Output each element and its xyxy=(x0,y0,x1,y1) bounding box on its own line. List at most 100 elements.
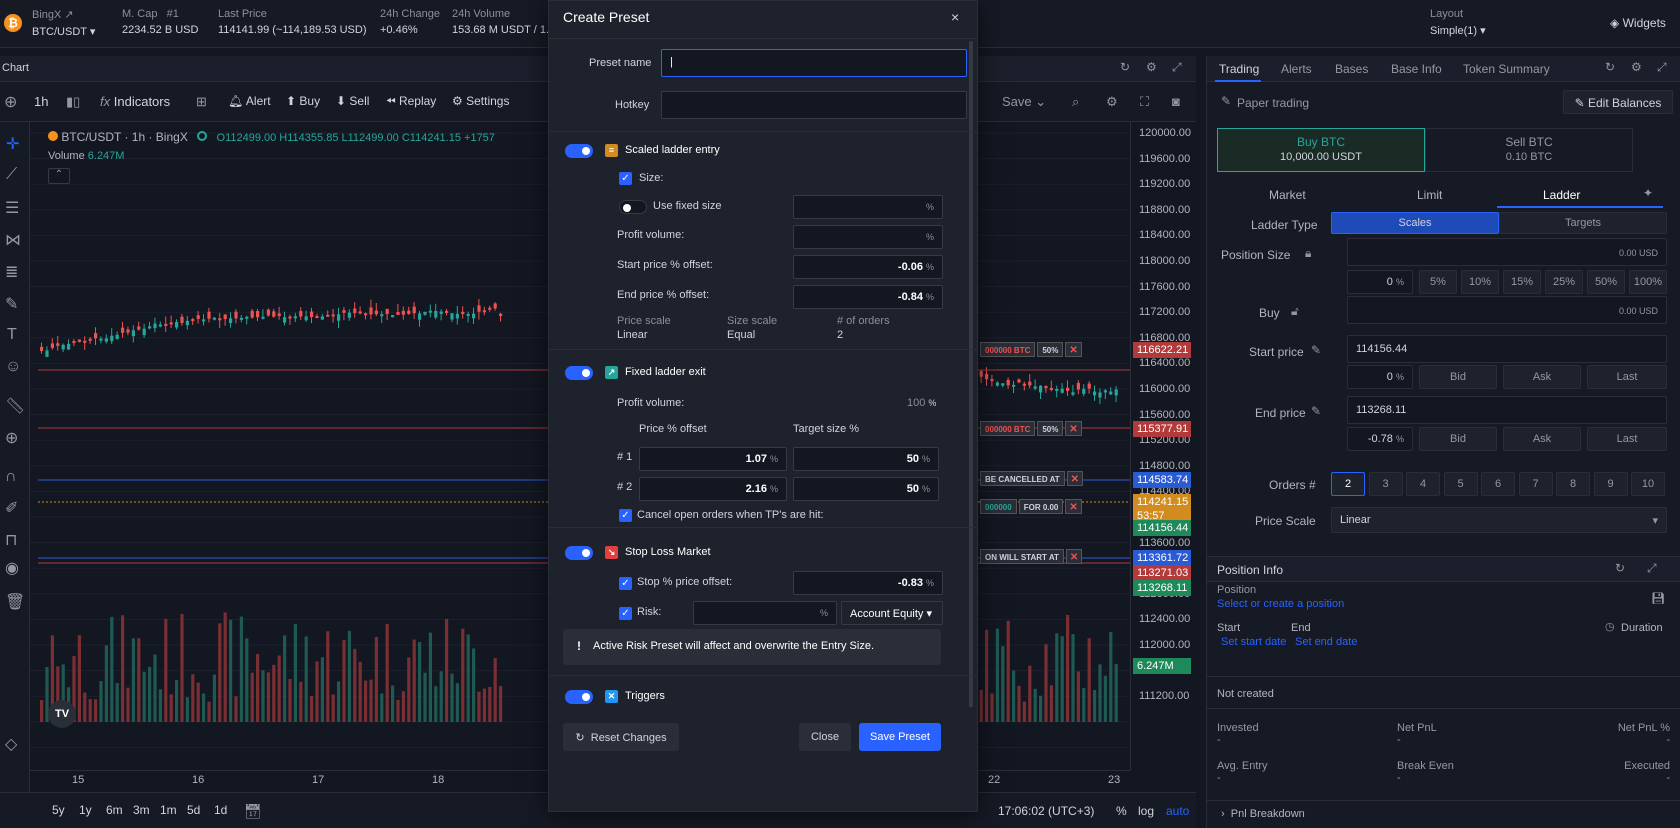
fib-icon[interactable]: ≣ xyxy=(5,262,18,282)
end-bid-button[interactable]: Bid xyxy=(1419,427,1497,451)
end-price-pct-input[interactable]: -0.78 % xyxy=(1347,427,1413,451)
reset-changes-button[interactable]: ↻ Reset Changes xyxy=(563,723,679,751)
close-icon[interactable]: ✕ xyxy=(1065,342,1082,357)
order-count-button[interactable]: 6 xyxy=(1481,472,1515,496)
expand-icon[interactable]: ⤢ xyxy=(1657,60,1667,75)
expand-icon[interactable]: ⤢ xyxy=(1172,60,1182,75)
order-count-button[interactable]: 7 xyxy=(1518,472,1553,496)
pct-button[interactable]: 25% xyxy=(1545,270,1583,294)
horizontal-lines-icon[interactable]: ☰ xyxy=(5,198,19,218)
buy-amount-input[interactable]: 0.00 USD xyxy=(1347,296,1667,324)
end-offset-input[interactable]: -0.84% xyxy=(793,285,943,309)
pencil-icon[interactable]: ✎ xyxy=(1311,404,1321,418)
order-line-label[interactable]: 000000 BTC 50% ✕ xyxy=(980,421,1082,436)
auto-scale-toggle[interactable]: auto xyxy=(1166,804,1189,818)
templates-icon[interactable]: ⊞ xyxy=(196,94,207,110)
zoom-icon[interactable]: ⊕ xyxy=(5,428,18,448)
tab-alerts[interactable]: Alerts xyxy=(1281,62,1312,76)
expand-icon[interactable]: ⤢ xyxy=(1647,561,1657,576)
tp2-offset-input[interactable]: 2.16% xyxy=(639,477,787,501)
range-button[interactable]: 3m xyxy=(133,803,150,817)
ruler-icon[interactable]: 📏︎ xyxy=(5,396,25,416)
widgets-button[interactable]: ◈ Widgets xyxy=(1610,16,1666,30)
refresh-icon[interactable]: ↻ xyxy=(1605,60,1615,74)
exchange-name[interactable]: BingX ↗ xyxy=(32,8,95,21)
position-size-input[interactable]: 0.00 USD xyxy=(1347,238,1667,266)
fixed-size-input[interactable]: % xyxy=(793,195,943,219)
trendline-icon[interactable]: ⟋ xyxy=(6,166,17,184)
magnet-icon[interactable]: ∩ xyxy=(5,468,17,486)
order-count-button[interactable]: 10 xyxy=(1631,472,1665,496)
start-bid-button[interactable]: Bid xyxy=(1419,365,1497,389)
buy-btc-tab[interactable]: Buy BTC 10,000.00 USDT xyxy=(1217,128,1425,172)
risk-mode-select[interactable]: Account Equity ▾ xyxy=(841,601,943,625)
stop-offset-checkbox[interactable]: ✓ xyxy=(619,577,632,590)
start-price-pct-input[interactable]: 0 % xyxy=(1347,365,1413,389)
chart-settings-icon[interactable]: ⚙ xyxy=(1106,94,1118,110)
close-icon[interactable]: ✕ xyxy=(1065,421,1082,436)
start-offset-input[interactable]: -0.06% xyxy=(793,255,943,279)
sell-btc-tab[interactable]: Sell BTC 0.10 BTC xyxy=(1425,128,1633,172)
interval-button[interactable]: 1h xyxy=(34,94,48,109)
hotkey-input[interactable] xyxy=(661,91,967,119)
external-link-icon[interactable]: ↗ xyxy=(64,9,73,21)
order-line-label[interactable]: BE CANCELLED AT ✕ xyxy=(980,471,1084,486)
magic-icon[interactable]: ✦ xyxy=(1643,186,1653,200)
pct-button[interactable]: 15% xyxy=(1503,270,1541,294)
pct-button[interactable]: 100% xyxy=(1629,270,1667,294)
edit-balances-button[interactable]: ✎ Edit Balances xyxy=(1563,90,1673,114)
risk-input[interactable]: % xyxy=(693,601,837,625)
price-scale-select[interactable]: Linear ▾ xyxy=(1331,507,1667,533)
tp1-offset-input[interactable]: 1.07% xyxy=(639,447,787,471)
fullscreen-icon[interactable]: ⛶ xyxy=(1140,94,1149,110)
clock[interactable]: 17:06:02 (UTC+3) xyxy=(998,804,1094,818)
preset-name-input[interactable]: | xyxy=(661,49,967,77)
calendar-icon[interactable]: 📅︎ xyxy=(244,803,262,820)
start-last-button[interactable]: Last xyxy=(1587,365,1667,389)
range-button[interactable]: 5y xyxy=(52,803,65,817)
profit-volume-input[interactable]: % xyxy=(793,225,943,249)
quick-search-icon[interactable]: ⌕ xyxy=(1072,94,1079,110)
lock-icon[interactable]: ⊓ xyxy=(5,530,17,550)
tp1-size-input[interactable]: 50% xyxy=(793,447,939,471)
save-layout-button[interactable]: Save ⌄ xyxy=(1002,94,1046,110)
tab-trading[interactable]: Trading xyxy=(1219,62,1259,76)
order-line-label[interactable]: 000000 FOR 0.00 ✕ xyxy=(980,499,1082,514)
select-position-link[interactable]: Select or create a position xyxy=(1217,598,1344,610)
order-count-button[interactable]: 3 xyxy=(1368,472,1403,496)
emoji-icon[interactable]: ☺ xyxy=(5,358,21,376)
layout-selector[interactable]: Layout Simple(1) ▾ xyxy=(1430,8,1486,37)
set-end-date-link[interactable]: Set end date xyxy=(1295,636,1357,648)
refresh-icon[interactable]: ↻ xyxy=(1615,561,1625,575)
lock-drawing-icon[interactable]: ✐ xyxy=(5,498,18,518)
save-preset-button[interactable]: Save Preset xyxy=(859,723,941,751)
replay-button[interactable]: ⏪︎ Replay xyxy=(386,94,436,109)
alert-button[interactable]: 🔔︎ Alert xyxy=(228,94,271,108)
buy-button[interactable]: ⬆ Buy xyxy=(286,94,320,108)
collapse-legend-button[interactable]: ⌃ xyxy=(48,168,70,184)
stop-offset-input[interactable]: -0.83% xyxy=(793,571,943,595)
refresh-icon[interactable]: ↻ xyxy=(1120,60,1130,74)
range-button[interactable]: 6m xyxy=(106,803,123,817)
trash-icon[interactable]: 🗑︎ xyxy=(5,592,25,612)
gear-icon[interactable]: ⚙ xyxy=(1631,60,1642,74)
log-scale-toggle[interactable]: log xyxy=(1138,804,1154,818)
triggers-toggle[interactable] xyxy=(565,690,593,704)
close-button[interactable]: Close xyxy=(799,723,851,751)
close-icon[interactable]: ✕ xyxy=(1066,471,1084,486)
eye-icon[interactable]: ◉ xyxy=(5,558,19,578)
brush-icon[interactable]: ✎ xyxy=(5,294,18,314)
size-checkbox[interactable]: ✓ xyxy=(619,172,632,185)
order-count-button[interactable]: 8 xyxy=(1556,472,1590,496)
order-type-ladder[interactable]: Ladder xyxy=(1543,188,1580,202)
object-tree-icon[interactable]: ◇ xyxy=(5,734,17,754)
add-symbol-icon[interactable]: ⊕ xyxy=(4,92,17,112)
cancel-orders-checkbox[interactable]: ✓ xyxy=(619,509,632,522)
pattern-icon[interactable]: ⋈ xyxy=(5,230,21,250)
tab-bases[interactable]: Bases xyxy=(1335,62,1368,76)
range-button[interactable]: 1m xyxy=(160,803,177,817)
indicators-button[interactable]: fx Indicators xyxy=(100,94,170,109)
scaled-ladder-toggle[interactable] xyxy=(565,144,593,158)
settings-button[interactable]: ⚙ Settings xyxy=(452,94,509,108)
fixed-size-toggle[interactable] xyxy=(619,200,647,214)
